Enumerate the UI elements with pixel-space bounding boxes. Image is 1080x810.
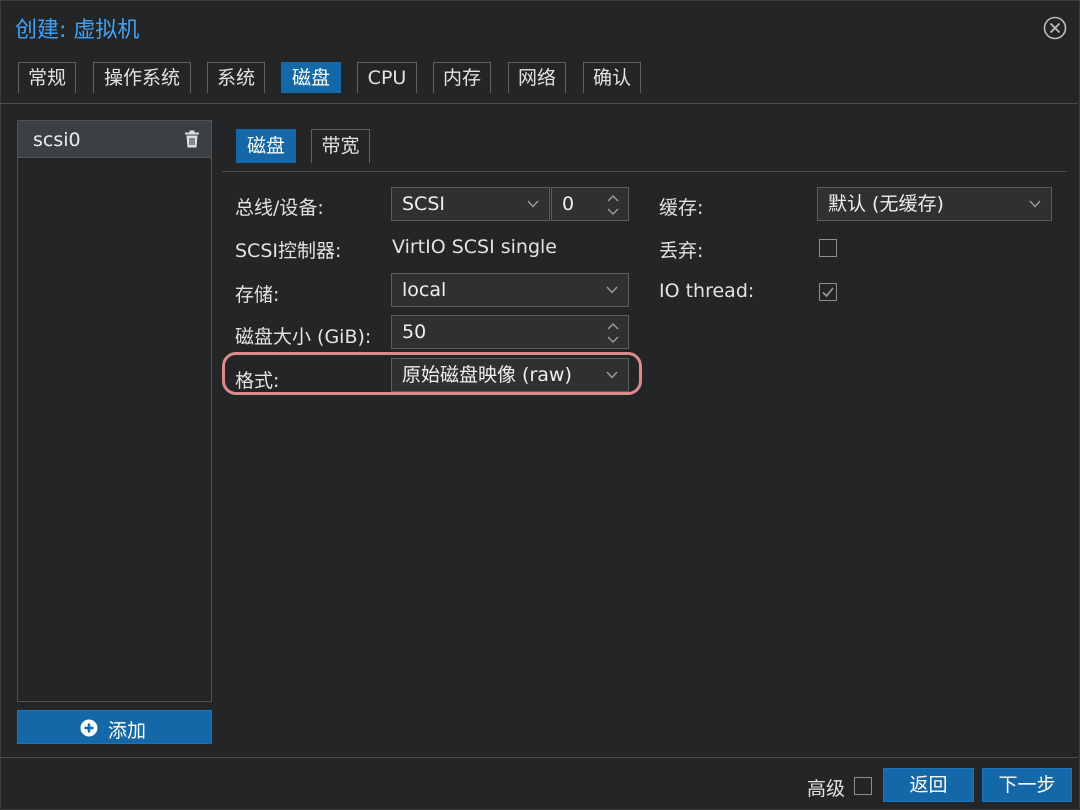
discard-label: 丢弃:: [659, 240, 704, 262]
iothread-label: IO thread:: [659, 280, 755, 302]
tab-system[interactable]: 系统: [207, 62, 265, 93]
plus-circle-icon: [80, 719, 98, 737]
subtab-divider: [222, 171, 1067, 172]
scsi-controller-value: VirtIO SCSI single: [392, 236, 557, 258]
disk-size-stepper[interactable]: 50: [391, 315, 629, 349]
format-highlight: [222, 352, 642, 395]
disk-item-label: scsi0: [33, 129, 81, 151]
cache-label: 缓存:: [659, 197, 704, 219]
spinner-arrows-icon[interactable]: [607, 322, 619, 344]
disk-size-value: 50: [402, 321, 427, 343]
tab-network[interactable]: 网络: [508, 62, 566, 93]
tab-cpu[interactable]: CPU: [357, 62, 417, 93]
iothread-checkbox[interactable]: [819, 283, 837, 301]
trash-icon[interactable]: [184, 130, 200, 148]
spinner-arrows-icon[interactable]: [607, 194, 619, 216]
checkmark-icon: [822, 287, 834, 298]
bus-select[interactable]: SCSI: [391, 187, 550, 221]
advanced-checkbox[interactable]: [854, 777, 872, 795]
list-item[interactable]: scsi0: [18, 121, 211, 158]
tab-confirm[interactable]: 确认: [583, 62, 641, 93]
scsi-controller-label: SCSI控制器:: [235, 240, 342, 262]
dialog-title: 创建: 虚拟机: [15, 18, 140, 43]
subtab-disk[interactable]: 磁盘: [236, 129, 296, 163]
storage-select-value: local: [402, 279, 447, 301]
subtab-bandwidth[interactable]: 带宽: [311, 129, 370, 163]
bus-label: 总线/设备:: [235, 197, 324, 219]
next-button[interactable]: 下一步: [982, 768, 1072, 802]
chevron-down-icon: [1029, 200, 1041, 208]
add-disk-label: 添加: [108, 720, 147, 742]
cache-select[interactable]: 默认 (无缓存): [817, 187, 1052, 221]
tab-general[interactable]: 常规: [18, 62, 76, 93]
device-number-value: 0: [562, 193, 575, 215]
advanced-label: 高级: [807, 778, 846, 800]
tab-memory[interactable]: 内存: [433, 62, 491, 93]
tab-os[interactable]: 操作系统: [93, 62, 191, 93]
chevron-down-icon: [527, 200, 539, 208]
back-button[interactable]: 返回: [883, 768, 974, 802]
close-icon[interactable]: [1043, 16, 1067, 40]
footer-divider: [0, 757, 1078, 758]
tab-disk[interactable]: 磁盘: [281, 62, 341, 93]
storage-select[interactable]: local: [391, 273, 629, 307]
bus-select-value: SCSI: [402, 193, 445, 215]
chevron-down-icon: [606, 286, 618, 294]
discard-checkbox[interactable]: [819, 239, 837, 257]
disk-size-label: 磁盘大小 (GiB):: [235, 326, 372, 348]
storage-label: 存储:: [235, 284, 280, 306]
device-number-stepper[interactable]: 0: [551, 187, 629, 221]
disk-list: scsi0: [17, 120, 212, 702]
cache-select-value: 默认 (无缓存): [828, 193, 944, 215]
add-disk-button[interactable]: 添加: [17, 710, 212, 744]
tab-divider: [0, 103, 1078, 104]
